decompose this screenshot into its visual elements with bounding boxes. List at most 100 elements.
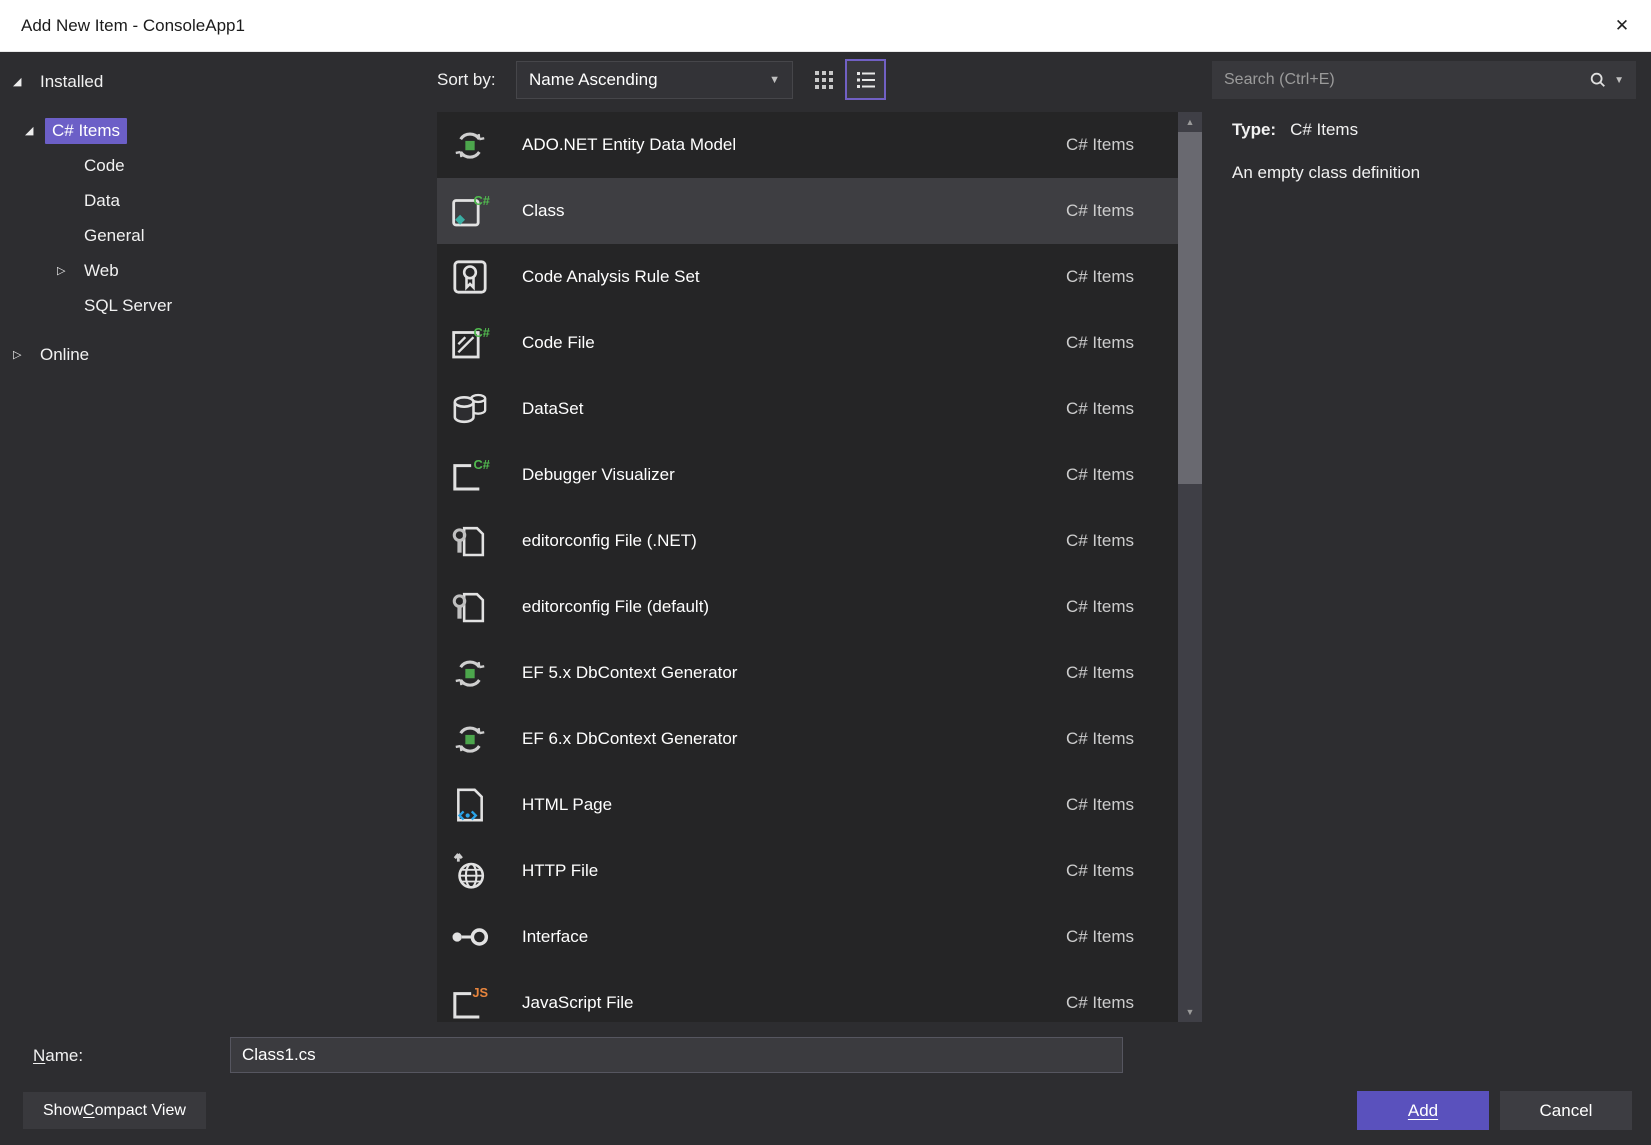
- template-type-row: Type: C# Items: [1232, 120, 1358, 140]
- tree-item-c-items[interactable]: ◢ C# Items: [0, 113, 425, 148]
- template-row-html-page[interactable]: HTML Page C# Items: [437, 772, 1178, 838]
- cancel-button[interactable]: Cancel: [1500, 1091, 1632, 1130]
- grid-view-icon: [815, 71, 833, 89]
- template-name: HTTP File: [522, 861, 599, 880]
- template-row-ef-6-x-dbcontext-generator[interactable]: EF 6.x DbContext Generator C# Items: [437, 706, 1178, 772]
- html-page-icon: [448, 783, 492, 827]
- sort-by-label: Sort by:: [437, 70, 496, 89]
- sort-dropdown[interactable]: Name Ascending ▼: [516, 61, 793, 99]
- template-category: C# Items: [1065, 465, 1134, 484]
- category-tree: ◢ Installed ◢ C# Items Code Data General ▷ Web SQ…: [0, 64, 425, 372]
- tree-item-code[interactable]: Code: [0, 148, 425, 183]
- template-name: EF 5.x DbContext Generator: [522, 663, 738, 682]
- javascript-file-icon: JS: [448, 981, 492, 1022]
- template-row-editorconfig-file-default[interactable]: editorconfig File (default) C# Items: [437, 574, 1178, 640]
- template-category: C# Items: [1065, 399, 1134, 418]
- template-row-debugger-visualizer[interactable]: C# Debugger Visualizer C# Items: [437, 442, 1178, 508]
- template-list: ADO.NET Entity Data Model C# Items C# Class…: [437, 112, 1178, 1022]
- template-name: Class: [522, 201, 565, 220]
- tree-item-label: SQL Server: [84, 295, 173, 315]
- sort-dropdown-value: Name Ascending: [529, 70, 658, 89]
- name-input[interactable]: [230, 1037, 1123, 1073]
- svg-text:C#: C#: [474, 325, 490, 340]
- template-row-editorconfig-file-net[interactable]: editorconfig File (.NET) C# Items: [437, 508, 1178, 574]
- add-button[interactable]: Add: [1357, 1091, 1489, 1130]
- template-category: C# Items: [1065, 201, 1134, 220]
- tree-item-online[interactable]: ▷ Online: [0, 337, 425, 372]
- template-row-dataset[interactable]: DataSet C# Items: [437, 376, 1178, 442]
- collapsed-icon[interactable]: ▷: [11, 348, 33, 361]
- tree-item-data[interactable]: Data: [0, 183, 425, 218]
- list-scrollbar[interactable]: ▲ ▼: [1178, 112, 1202, 1022]
- search-dropdown-icon[interactable]: ▼: [1614, 75, 1624, 86]
- tree-item-label: Online: [40, 344, 90, 364]
- http-file-icon: [448, 849, 492, 893]
- template-name: EF 6.x DbContext Generator: [522, 729, 738, 748]
- template-name: JavaScript File: [522, 993, 634, 1012]
- collapsed-icon[interactable]: ▷: [55, 264, 77, 277]
- rule-set-icon: [448, 255, 492, 299]
- expanded-icon[interactable]: ◢: [11, 75, 33, 88]
- list-view-button[interactable]: [845, 59, 886, 100]
- chevron-down-icon: ▼: [769, 74, 780, 86]
- tree-item-sql-server[interactable]: SQL Server: [0, 288, 425, 323]
- tree-item-web[interactable]: ▷ Web: [0, 253, 425, 288]
- template-name: Code Analysis Rule Set: [522, 267, 700, 286]
- editorconfig-icon: [448, 585, 492, 629]
- template-category: C# Items: [1065, 267, 1134, 286]
- close-button[interactable]: ✕: [1593, 0, 1651, 52]
- template-category: C# Items: [1065, 597, 1134, 616]
- expanded-icon[interactable]: ◢: [23, 124, 45, 137]
- template-row-ado-net-entity-data-model[interactable]: ADO.NET Entity Data Model C# Items: [437, 112, 1178, 178]
- template-row-http-file[interactable]: HTTP File C# Items: [437, 838, 1178, 904]
- template-name: editorconfig File (.NET): [522, 531, 697, 550]
- template-row-code-analysis-rule-set[interactable]: Code Analysis Rule Set C# Items: [437, 244, 1178, 310]
- list-view-icon: [856, 71, 875, 88]
- show-compact-view-button[interactable]: Show Compact View: [23, 1092, 206, 1129]
- search-input[interactable]: [1224, 71, 1582, 89]
- scroll-up-icon[interactable]: ▲: [1178, 112, 1202, 132]
- template-name: HTML Page: [522, 795, 613, 814]
- entity-model-icon: [448, 123, 492, 167]
- template-category: C# Items: [1065, 663, 1134, 682]
- template-row-javascript-file[interactable]: JS JavaScript File C# Items: [437, 970, 1178, 1022]
- template-name: ADO.NET Entity Data Model: [522, 135, 737, 154]
- scroll-down-icon[interactable]: ▼: [1178, 1002, 1202, 1022]
- titlebar: Add New Item - ConsoleApp1 ✕: [0, 0, 1651, 52]
- template-row-interface[interactable]: Interface C# Items: [437, 904, 1178, 970]
- template-category: C# Items: [1065, 729, 1134, 748]
- class-icon: C#: [448, 189, 492, 233]
- medium-icons-view-button[interactable]: [806, 62, 842, 98]
- template-row-ef-5-x-dbcontext-generator[interactable]: EF 5.x DbContext Generator C# Items: [437, 640, 1178, 706]
- template-name: Debugger Visualizer: [522, 465, 675, 484]
- editorconfig-icon: [448, 519, 492, 563]
- debugger-visualizer-icon: C#: [448, 453, 492, 497]
- tree-item-label: C# Items: [45, 117, 128, 144]
- template-row-class[interactable]: C# Class C# Items: [437, 178, 1178, 244]
- scrollbar-thumb[interactable]: [1178, 132, 1202, 484]
- type-value: C# Items: [1290, 120, 1359, 139]
- tree-item-installed[interactable]: ◢ Installed: [0, 64, 425, 99]
- svg-text:C#: C#: [474, 193, 490, 208]
- entity-model-icon: [448, 651, 492, 695]
- template-name: Interface: [522, 927, 589, 946]
- name-label: Name:: [33, 1046, 84, 1065]
- search-icon: [1590, 72, 1606, 87]
- template-description: An empty class definition: [1232, 163, 1421, 182]
- svg-text:JS: JS: [472, 985, 488, 1000]
- template-name: DataSet: [522, 399, 584, 418]
- type-label: Type:: [1232, 120, 1277, 139]
- tree-item-label: Data: [84, 190, 120, 210]
- template-category: C# Items: [1065, 927, 1134, 946]
- interface-icon: [448, 915, 492, 959]
- template-category: C# Items: [1065, 531, 1134, 550]
- template-name: Code File: [522, 333, 595, 352]
- search-box: ▼: [1212, 61, 1636, 99]
- window-title: Add New Item - ConsoleApp1: [21, 15, 245, 35]
- template-category: C# Items: [1065, 993, 1134, 1012]
- tree-item-label: Web: [84, 260, 119, 280]
- tree-item-general[interactable]: General: [0, 218, 425, 253]
- template-row-code-file[interactable]: C# Code File C# Items: [437, 310, 1178, 376]
- template-category: C# Items: [1065, 135, 1134, 154]
- entity-model-icon: [448, 717, 492, 761]
